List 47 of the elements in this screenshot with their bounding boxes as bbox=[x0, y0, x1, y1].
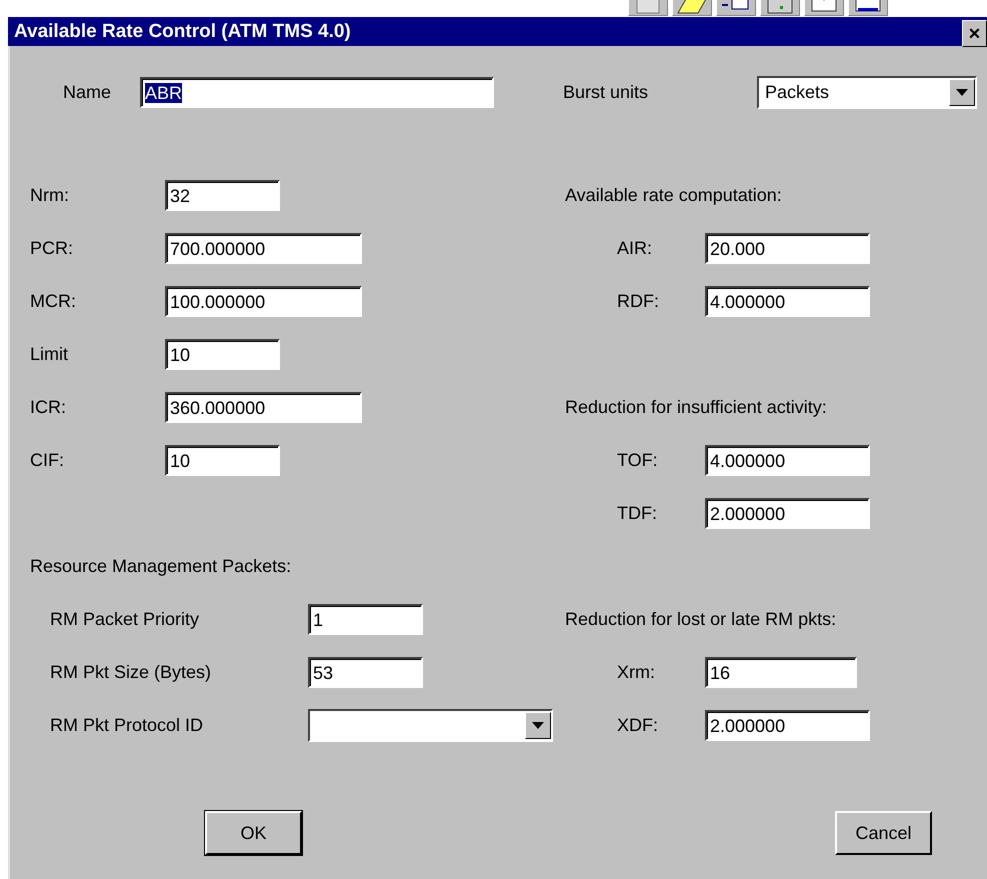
field-label: TOF: bbox=[617, 450, 659, 471]
ok-button[interactable]: OK bbox=[205, 811, 302, 855]
toolbar-button[interactable] bbox=[760, 0, 800, 16]
text-field[interactable]: 2.000000 bbox=[705, 710, 870, 741]
field-label: ICR: bbox=[30, 397, 67, 418]
text-field[interactable]: 360.000000 bbox=[165, 392, 362, 423]
field-label: AIR: bbox=[617, 238, 654, 259]
text-field[interactable]: 32 bbox=[165, 180, 280, 211]
field-label: PCR: bbox=[30, 238, 74, 259]
dropdown-field[interactable]: Packets bbox=[757, 76, 977, 109]
field-label: RM Pkt Protocol ID bbox=[50, 715, 204, 736]
field-label: RM Packet Priority bbox=[50, 609, 200, 630]
text-field[interactable]: 2.000000 bbox=[705, 498, 870, 529]
window-title: Available Rate Control (ATM TMS 4.0) bbox=[13, 20, 351, 42]
text-field[interactable]: 4.000000 bbox=[705, 445, 870, 476]
text-field[interactable]: 4.000000 bbox=[705, 286, 870, 317]
toolbar-button[interactable] bbox=[672, 0, 712, 16]
field-label: TDF: bbox=[617, 503, 658, 524]
text-field[interactable]: 10 bbox=[165, 339, 280, 370]
toolbar-button[interactable] bbox=[848, 0, 888, 16]
field-label: Name bbox=[63, 82, 112, 103]
name-field[interactable]: ABR bbox=[140, 77, 494, 108]
text-field[interactable]: 100.000000 bbox=[165, 286, 362, 317]
close-button[interactable]: × bbox=[962, 20, 987, 47]
field-label: Xrm: bbox=[617, 662, 656, 683]
text-field[interactable]: 53 bbox=[308, 657, 423, 688]
toolbar-button[interactable] bbox=[716, 0, 756, 16]
field-label: CIF: bbox=[30, 450, 65, 471]
section-heading: Available rate computation: bbox=[565, 185, 782, 206]
text-field[interactable]: 700.000000 bbox=[165, 233, 362, 264]
section-heading: Reduction for insufficient activity: bbox=[565, 397, 827, 418]
field-label: XDF: bbox=[617, 715, 660, 736]
dropdown-field[interactable] bbox=[308, 709, 553, 742]
field-label: Limit bbox=[30, 344, 70, 365]
field-label: RDF: bbox=[617, 291, 660, 312]
toolbar-button[interactable] bbox=[804, 0, 844, 16]
field-label: MCR: bbox=[30, 291, 77, 312]
section-heading: Resource Management Packets: bbox=[30, 556, 292, 577]
field-label: Nrm: bbox=[30, 185, 70, 206]
text-field[interactable]: 16 bbox=[705, 657, 857, 688]
section-heading: Reduction for lost or late RM pkts: bbox=[565, 609, 836, 630]
field-label: RM Pkt Size (Bytes) bbox=[50, 662, 212, 683]
text-field[interactable]: 10 bbox=[165, 445, 280, 476]
cancel-button[interactable]: Cancel bbox=[835, 811, 932, 855]
field-label: Burst units bbox=[563, 82, 650, 103]
text-field[interactable]: 20.000 bbox=[705, 233, 870, 264]
text-field[interactable]: 1 bbox=[308, 604, 423, 635]
